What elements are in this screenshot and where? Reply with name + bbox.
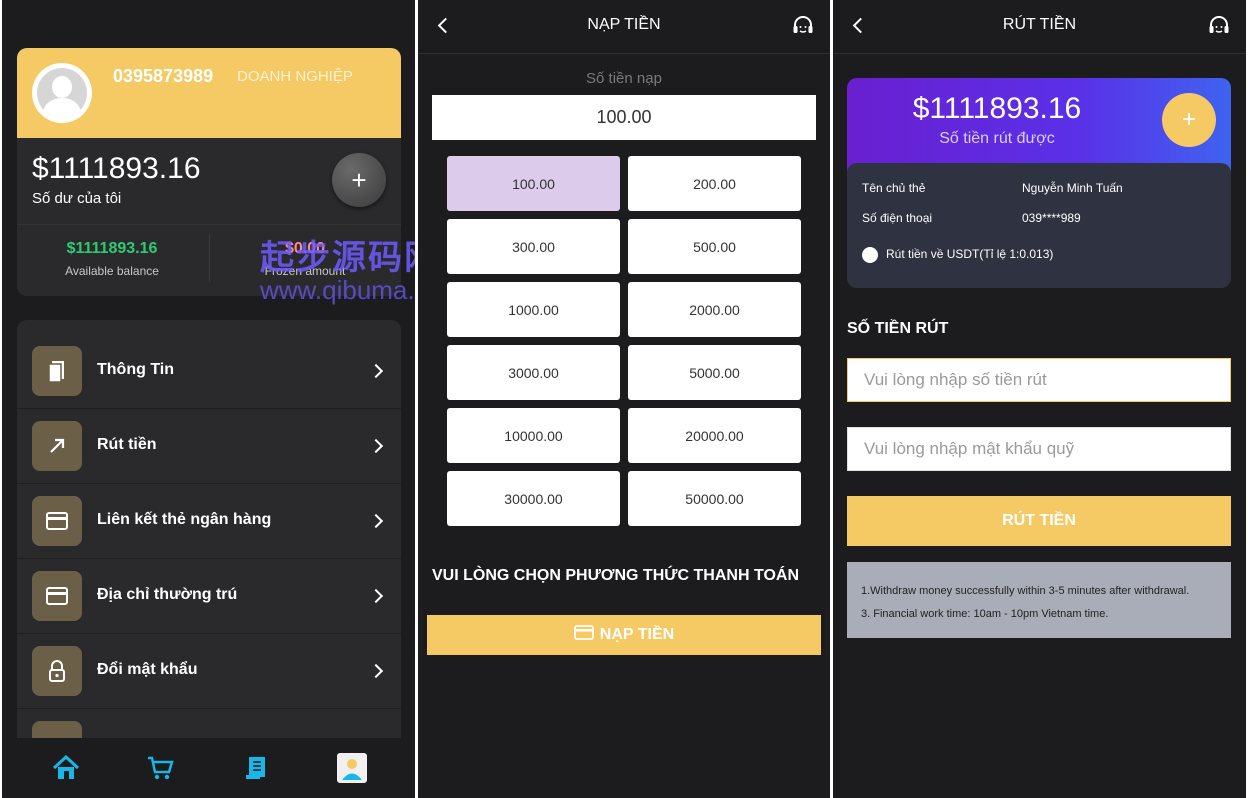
- chevron-right-icon: [368, 513, 384, 529]
- usdt-radio[interactable]: [862, 247, 878, 263]
- add-funds-button[interactable]: +: [1162, 93, 1216, 147]
- fund-password-input[interactable]: [847, 427, 1231, 471]
- chevron-right-icon: [368, 663, 384, 679]
- page-title: RÚT TIỀN: [1002, 16, 1077, 33]
- menu-item-label: Rút tiền: [97, 436, 157, 453]
- menu-item-info[interactable]: Thông Tin: [17, 334, 401, 409]
- add-funds-button[interactable]: +: [332, 153, 386, 207]
- amount-option-button[interactable]: 2000.00: [628, 282, 801, 337]
- amount-option-button[interactable]: 1000.00: [447, 282, 620, 337]
- holder-value: Nguyễn Minh Tuấn: [1022, 181, 1123, 195]
- withdrawable-amount: $1111893.16: [912, 92, 1082, 125]
- avatar[interactable]: [32, 63, 92, 123]
- withdraw-notes: 1.Withdraw money successfully within 3-5…: [847, 562, 1231, 638]
- amount-option-button[interactable]: 10000.00: [447, 408, 620, 463]
- amount-option-button[interactable]: 5000.00: [628, 345, 801, 400]
- profile-icon[interactable]: [336, 752, 368, 784]
- card-icon: [573, 625, 594, 645]
- balance-card: $1111893.16 Số dư của tôi + $1111893.16 …: [17, 138, 401, 296]
- amount-option-button[interactable]: 500.00: [628, 219, 801, 274]
- divider: [17, 224, 401, 225]
- amount-option-button[interactable]: 30000.00: [447, 471, 620, 526]
- withdraw-submit-button[interactable]: RÚT TIỀN: [847, 496, 1231, 546]
- card-icon: [32, 571, 82, 621]
- payment-method-label: VUI LÒNG CHỌN PHƯƠNG THỨC THANH TOÁN: [432, 567, 800, 584]
- profile-panel: 0395873989 DOANH NGHIỆP $1111893.16 Số d…: [2, 0, 415, 798]
- header: NẠP TIỀN: [418, 0, 830, 54]
- headset-icon[interactable]: [1208, 15, 1230, 37]
- deposit-amount-input[interactable]: [432, 95, 816, 140]
- holder-label: Tên chủ thẻ: [862, 181, 926, 195]
- bookmark-icon: [32, 346, 82, 396]
- usdt-radio-label[interactable]: Rút tiền về USDT(Tỉ lệ 1:0.013): [886, 247, 1053, 261]
- amount-option-button[interactable]: 50000.00: [628, 471, 801, 526]
- account-info: Tên chủ thẻ Nguyễn Minh Tuấn Số điện tho…: [847, 163, 1231, 288]
- menu-item-bank-link[interactable]: Liên kết thẻ ngân hàng: [17, 484, 401, 559]
- withdraw-panel: RÚT TIỀN $1111893.16 Số tiền rút được + …: [833, 0, 1246, 798]
- menu-item-withdraw[interactable]: Rút tiền: [17, 409, 401, 484]
- deposit-submit-label: NẠP TIỀN: [599, 626, 675, 643]
- amount-option-button[interactable]: 20000.00: [628, 408, 801, 463]
- arrow-up-right-icon: [32, 421, 82, 471]
- chevron-right-icon: [368, 588, 384, 604]
- available-balance-value: $1111893.16: [66, 240, 158, 257]
- amount-option-button[interactable]: 100.00: [447, 156, 620, 211]
- chevron-right-icon: [368, 438, 384, 454]
- lock-icon: [32, 646, 82, 696]
- amount-option-button[interactable]: 300.00: [447, 219, 620, 274]
- frozen-amount-label: Frozen amount: [264, 264, 346, 278]
- document-icon[interactable]: [240, 752, 272, 784]
- menu-item-label: Đổi mật khẩu: [97, 661, 198, 678]
- account-type: DOANH NGHIỆP: [237, 68, 353, 85]
- deposit-submit-button[interactable]: NẠP TIỀN: [427, 615, 821, 655]
- balance-value: $1111893.16: [32, 152, 201, 185]
- withdrawable-label: Số tiền rút được: [939, 130, 1055, 147]
- amount-option-button[interactable]: 3000.00: [447, 345, 620, 400]
- deposit-panel: NẠP TIỀN Số tiền nạp 100.00 200.00 300.0…: [418, 0, 830, 798]
- phone-value: 039****989: [1022, 211, 1081, 225]
- menu-item-change-password[interactable]: Đổi mật khẩu: [17, 634, 401, 709]
- available-balance-label: Available balance: [65, 264, 159, 278]
- balance-label: Số dư của tôi: [32, 190, 122, 207]
- profile-menu: Thông Tin Rút tiền Liên kết thẻ ngân hàn…: [17, 320, 401, 740]
- phone-label: Số điện thoại: [862, 211, 933, 225]
- headset-icon[interactable]: [792, 15, 814, 37]
- menu-item-address[interactable]: Địa chỉ thường trú: [17, 559, 401, 634]
- amount-label: Số tiền nạp: [586, 70, 662, 87]
- menu-item-partial[interactable]: [17, 709, 401, 740]
- page-title: NẠP TIỀN: [587, 16, 661, 33]
- header: RÚT TIỀN: [833, 0, 1246, 54]
- card-icon: [32, 496, 82, 546]
- withdraw-card: $1111893.16 Số tiền rút được + Tên chủ t…: [847, 78, 1231, 288]
- note-line: 1.Withdraw money successfully within 3-5…: [861, 585, 1190, 597]
- menu-item-label: Liên kết thẻ ngân hàng: [97, 511, 272, 528]
- frozen-amount-stat: $0.00 Frozen amount: [210, 240, 400, 278]
- avatar-placeholder-icon: [37, 68, 87, 118]
- amount-option-button[interactable]: 200.00: [628, 156, 801, 211]
- withdraw-amount-input[interactable]: [847, 358, 1231, 402]
- cart-icon[interactable]: [144, 752, 176, 784]
- section-title: SỐ TIỀN RÚT: [847, 320, 949, 337]
- menu-item-label: Thông Tin: [97, 361, 175, 378]
- profile-header: 0395873989 DOANH NGHIỆP: [17, 48, 401, 138]
- phone-number: 0395873989: [113, 66, 214, 86]
- frozen-amount-value: $0.00: [284, 240, 326, 257]
- chevron-right-icon: [368, 363, 384, 379]
- available-balance-stat: $1111893.16 Available balance: [17, 240, 207, 278]
- bottom-tab-bar: [2, 738, 415, 798]
- home-icon[interactable]: [50, 752, 82, 784]
- menu-item-label: Địa chỉ thường trú: [97, 586, 238, 603]
- note-line: 3. Financial work time: 10am - 10pm Viet…: [861, 608, 1109, 620]
